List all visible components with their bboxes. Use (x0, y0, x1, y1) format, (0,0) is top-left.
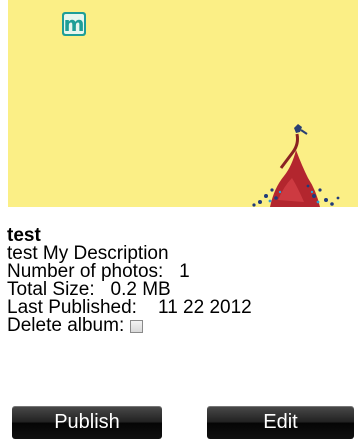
delete-album-checkbox[interactable] (130, 319, 144, 333)
delete-album-row: Delete album: (7, 315, 252, 336)
last-published-value: 11 22 2012 (158, 297, 252, 318)
figure-icon (252, 124, 340, 207)
album-thumbnail-image: m (62, 12, 340, 207)
album-thumbnail[interactable]: m (8, 0, 358, 207)
delete-album-label: Delete album: (7, 315, 125, 336)
photos-count-value: 1 (179, 261, 190, 282)
logo-letter: m (64, 12, 85, 36)
album-info: test test My Description Number of photo… (7, 226, 252, 336)
m-logo-icon: m (62, 12, 86, 36)
edit-button[interactable]: Edit (207, 406, 354, 439)
publish-button[interactable]: Publish (12, 406, 162, 439)
